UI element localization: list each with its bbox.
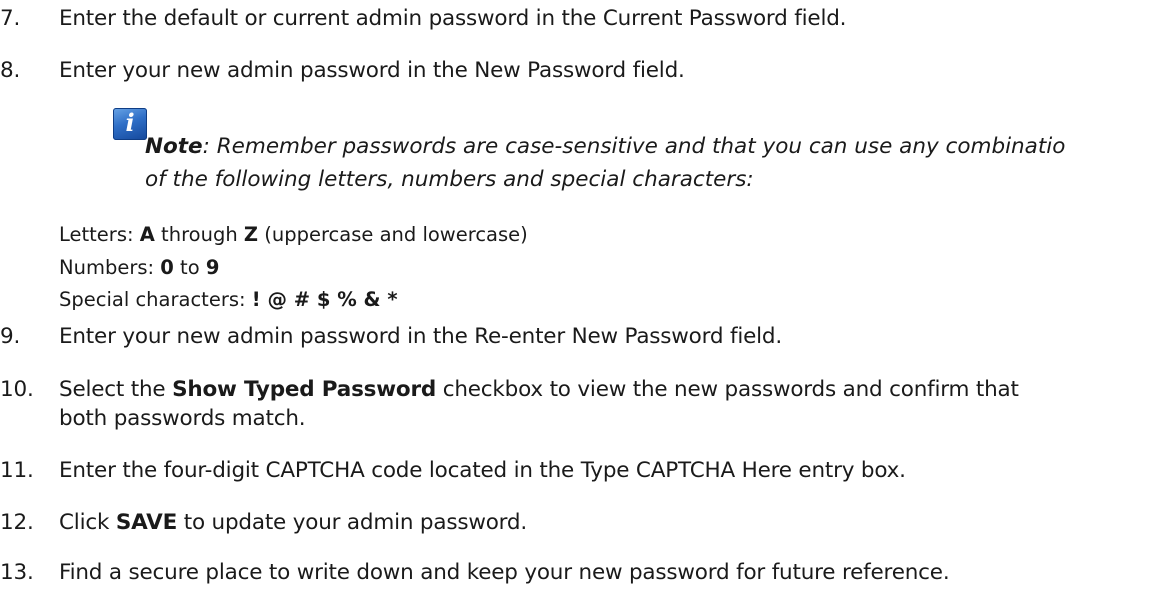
letters-to: Z: [243, 223, 259, 246]
step-number: 12.: [0, 510, 34, 535]
step-number: 11.: [0, 458, 34, 483]
special-characters: ! @ # $ % & *: [251, 288, 398, 311]
save-label: SAVE: [115, 510, 178, 535]
step-number: 13.: [0, 560, 34, 585]
letters-from: A: [139, 223, 155, 246]
step-number: 7.: [0, 6, 21, 31]
step-text: Enter the four-digit CAPTCHA code locate…: [59, 458, 906, 483]
note-callout: Note: Remember passwords are case-sensit…: [145, 130, 1066, 192]
step-number: 8.: [0, 58, 21, 83]
step-text: Find a secure place to write down and ke…: [59, 560, 950, 585]
numbers-line: Numbers: 0 to 9: [59, 256, 220, 279]
step-text: Click SAVE to update your admin password…: [59, 510, 528, 535]
note-label: Note: [145, 134, 203, 159]
step-text: Enter the default or current admin passw…: [59, 6, 847, 31]
step-text: Enter your new admin password in the New…: [59, 58, 685, 83]
info-icon: i: [113, 108, 147, 140]
special-characters-line: Special characters: ! @ # $ % & *: [59, 288, 398, 311]
info-icon-glyph: i: [125, 108, 135, 137]
step-text: Select the Show Typed Password checkbox …: [59, 377, 1019, 402]
numbers-to: 9: [205, 256, 220, 279]
note-line-1: : Remember passwords are case-sensitive …: [202, 134, 1066, 159]
numbers-from: 0: [160, 256, 174, 279]
document-page: 7. Enter the default or current admin pa…: [0, 0, 1162, 589]
step-text: Enter your new admin password in the Re-…: [59, 324, 783, 349]
step-number: 9.: [0, 324, 21, 349]
step-text-line-2: both passwords match.: [59, 406, 306, 431]
show-typed-password-label: Show Typed Password: [172, 377, 437, 402]
letters-line: Letters: A through Z (uppercase and lowe…: [59, 223, 528, 246]
step-number: 10.: [0, 377, 34, 402]
note-line-2: of the following letters, numbers and sp…: [145, 167, 754, 192]
